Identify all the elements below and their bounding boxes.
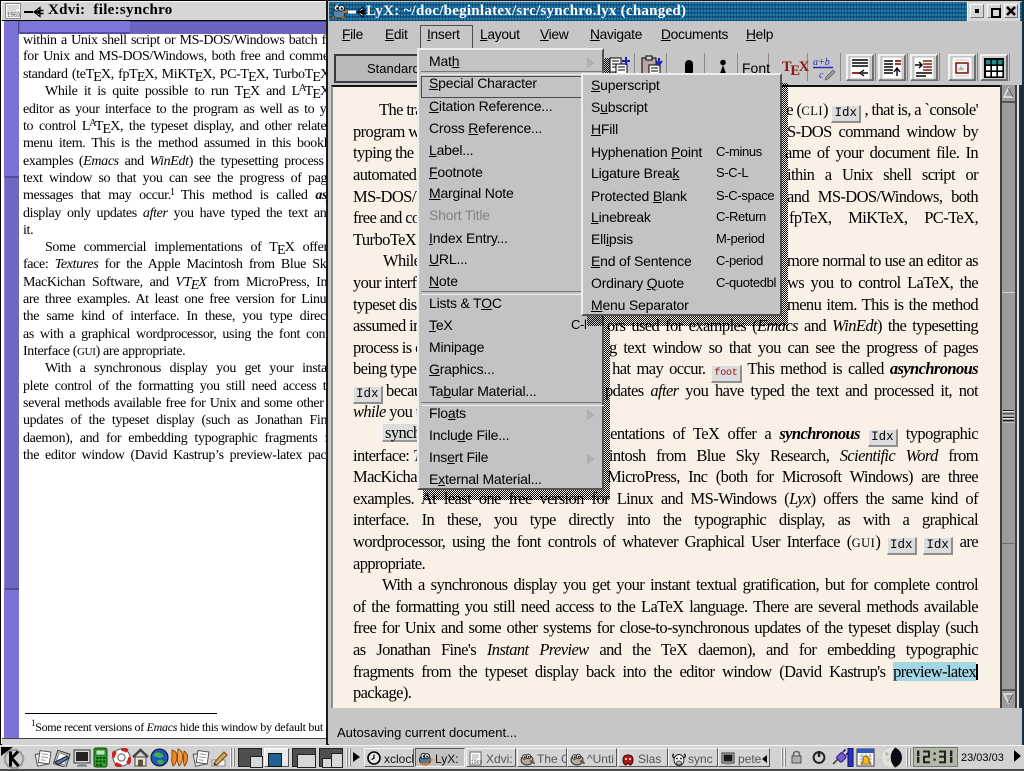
svg-text:a+b: a+b [813, 57, 830, 68]
svg-text:1969: 1969 [7, 13, 21, 19]
svg-text:c: c [819, 70, 824, 81]
svg-text:1969: 1969 [471, 760, 482, 766]
